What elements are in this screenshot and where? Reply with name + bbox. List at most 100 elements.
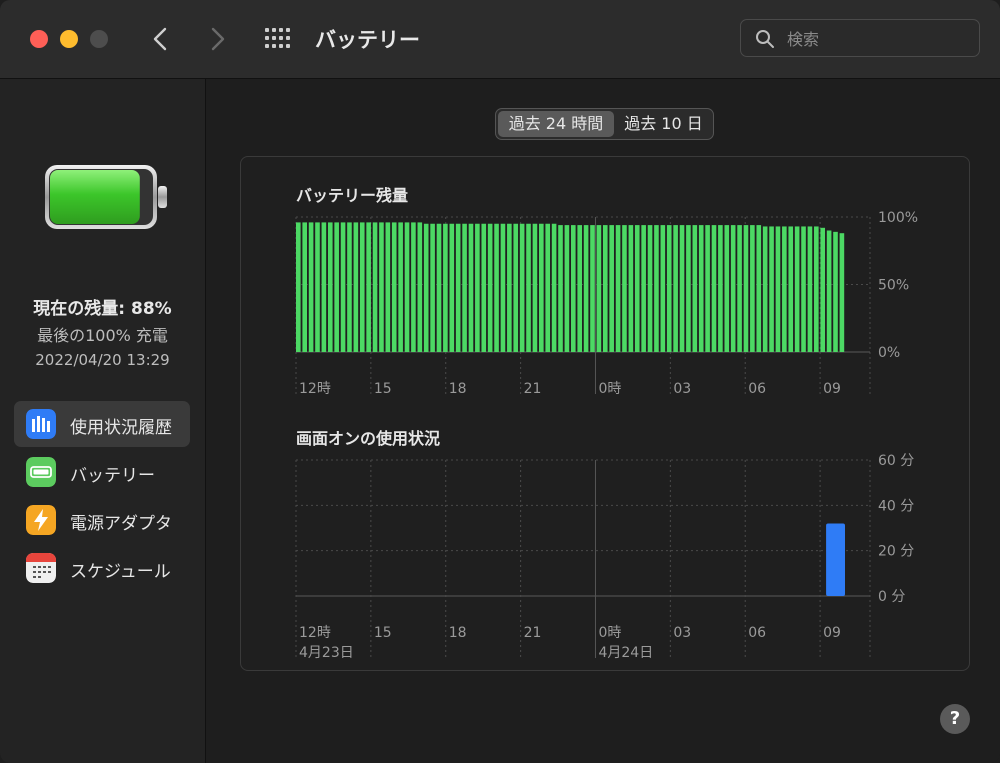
battery-bar: [507, 223, 512, 352]
battery-bar: [539, 223, 544, 352]
battery-bar: [590, 225, 595, 352]
battery-bar: [411, 222, 416, 352]
battery-bar: [315, 222, 320, 352]
battery-bar: [571, 225, 576, 352]
x-tick-label: 15: [374, 625, 392, 641]
battery-bar: [666, 225, 672, 352]
battery-bar: [583, 225, 589, 352]
chart-panel: バッテリー残量 画面オンの使用状況 100% 50% 0% 12時 15 18 21 0時 03…: [240, 156, 970, 671]
y-tick-label: 40 分: [878, 498, 914, 514]
screen-usage-bar: [826, 523, 845, 596]
x-tick-label: 06: [748, 381, 766, 397]
battery-bar: [551, 223, 557, 352]
tab-last-10-days[interactable]: 過去 10 日: [616, 111, 711, 137]
x-tick-label: 21: [524, 381, 542, 397]
battery-level-icon: [45, 165, 167, 229]
sidebar: 現在の残量: 88% 最後の100% 充電 2022/04/20 13:29 使…: [0, 79, 206, 763]
sidebar-item-schedule[interactable]: スケジュール: [14, 545, 190, 591]
chevron-left-icon: [153, 27, 167, 51]
battery-bar: [398, 222, 403, 352]
battery-bar: [660, 225, 666, 352]
battery-bar: [391, 222, 397, 352]
time-range-selector: 過去 24 時間 過去 10 日: [495, 108, 714, 140]
battery-bar: [462, 223, 467, 352]
battery-chart-title: バッテリー残量: [296, 186, 408, 205]
battery-bar: [577, 225, 582, 352]
battery-bar: [366, 222, 371, 352]
sidebar-item-usage-history[interactable]: 使用状況履歴: [14, 401, 190, 447]
battery-bar: [481, 223, 487, 352]
battery-bar: [775, 226, 781, 352]
search-icon: [756, 30, 774, 48]
battery-bar: [302, 222, 307, 352]
y-tick-label: 60 分: [878, 453, 914, 469]
battery-bar: [500, 223, 506, 352]
battery-bar: [762, 226, 768, 352]
battery-bar: [385, 222, 391, 352]
y-tick-label: 50%: [878, 278, 909, 294]
x-tick-label: 0時: [598, 381, 621, 397]
battery-icon: [26, 457, 56, 487]
battery-chart: 100% 50% 0% 12時 15 18 21 0時 03 06 09: [295, 210, 918, 397]
battery-bar: [628, 225, 634, 352]
battery-bar: [436, 223, 442, 352]
y-tick-label: 20 分: [878, 544, 914, 560]
battery-bar: [692, 225, 698, 352]
battery-bar: [443, 223, 448, 352]
battery-bar: [814, 226, 819, 352]
battery-bar: [686, 225, 691, 352]
last-full-charge-label: 最後の100% 充電: [37, 326, 168, 345]
zoom-button[interactable]: [90, 30, 108, 48]
last-full-charge-time: 2022/04/20 13:29: [35, 351, 170, 369]
close-button[interactable]: [30, 30, 48, 48]
battery-bar: [545, 223, 551, 352]
battery-bar: [647, 225, 653, 352]
battery-bar: [711, 225, 717, 352]
battery-bar: [622, 225, 627, 352]
usage-history-icon: [26, 409, 56, 439]
sidebar-item-power-adapter[interactable]: 電源アダプタ: [14, 497, 190, 543]
battery-bar: [404, 222, 410, 352]
tab-last-24-hours[interactable]: 過去 24 時間: [498, 111, 614, 137]
sidebar-item-label: バッテリー: [70, 466, 155, 486]
back-button[interactable]: [146, 24, 176, 54]
settings-window: バッテリー 現在の残量: 88% 最後の100% 充電 2022/04/20 1…: [0, 0, 1000, 763]
sidebar-item-battery[interactable]: バッテリー: [14, 449, 190, 495]
battery-bar: [756, 225, 762, 352]
search-field[interactable]: [740, 19, 980, 57]
x-tick-label: 15: [374, 381, 392, 397]
date-label: 4月23日: [299, 645, 354, 661]
battery-bar: [794, 226, 800, 352]
battery-bar: [321, 222, 327, 352]
battery-bar: [494, 223, 499, 352]
battery-bar: [673, 225, 678, 352]
y-tick-label: 100%: [878, 210, 918, 226]
battery-bar: [308, 222, 314, 352]
battery-bar: [519, 223, 525, 352]
y-tick-label: 0%: [878, 345, 900, 361]
y-tick-label: 0 分: [878, 589, 905, 605]
screen-usage-chart-title: 画面オンの使用状況: [296, 429, 440, 448]
show-all-button[interactable]: [262, 26, 294, 52]
battery-bar: [743, 225, 749, 352]
minimize-button[interactable]: [60, 30, 78, 48]
battery-bar: [564, 225, 570, 352]
battery-bar: [679, 225, 685, 352]
battery-bar: [532, 223, 538, 352]
sidebar-item-label: 電源アダプタ: [70, 514, 172, 534]
forward-button[interactable]: [202, 24, 232, 54]
battery-bar: [353, 222, 359, 352]
battery-bar: [807, 226, 813, 352]
help-button[interactable]: ?: [940, 704, 970, 734]
battery-bar: [423, 223, 429, 352]
x-tick-label: 09: [823, 381, 841, 397]
current-charge-label: 現在の残量: 88%: [33, 299, 172, 319]
search-input[interactable]: [785, 26, 969, 52]
battery-bar: [698, 225, 704, 352]
x-tick-label: 06: [748, 625, 766, 641]
battery-bar: [641, 225, 646, 352]
battery-bar: [513, 223, 519, 352]
sidebar-item-label: スケジュール: [70, 562, 171, 582]
battery-bar: [558, 225, 563, 352]
battery-bar: [347, 222, 352, 352]
